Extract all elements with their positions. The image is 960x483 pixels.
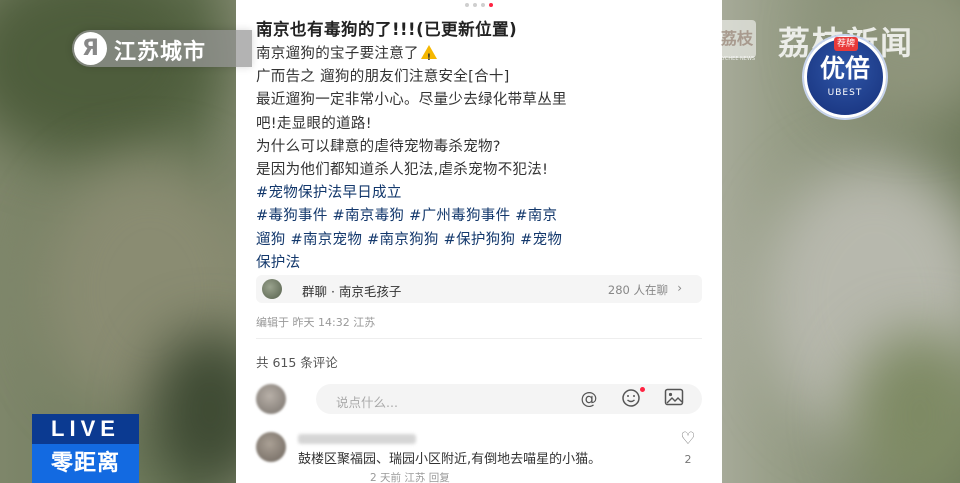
comment-meta: 2 天前 江苏 回复 [370, 472, 450, 483]
pager-dot-active[interactable] [489, 3, 493, 7]
sponsor-badge-tag: 荐牌 [834, 37, 859, 51]
warning-icon [420, 45, 437, 70]
sponsor-badge: 荐牌 优倍 UBEST [804, 36, 886, 118]
hashtag-link[interactable]: #毒狗事件 #南京毒狗 #广州毒狗事件 #南京 [256, 208, 557, 224]
hashtag-link[interactable]: 遛狗 #南京宠物 #南京狗狗 #保护狗狗 #宠物 [256, 232, 562, 248]
comment-count: 共 615 条评论 [256, 355, 338, 370]
post-line: 最近遛狗一定非常小心。尽量少去绿化带草丛里 [256, 92, 567, 109]
chevron-right-icon: › [677, 281, 682, 295]
pager-dot[interactable] [465, 3, 469, 7]
comment-input-placeholder: 说点什么... [336, 395, 398, 410]
group-chat-count: 280 人在聊 [607, 283, 668, 297]
comment-like-button[interactable]: ♡ 2 [676, 430, 700, 466]
comment-like-count: 2 [684, 453, 692, 466]
hashtag-link[interactable]: 保护法 [256, 255, 300, 271]
emoji-icon[interactable] [620, 388, 642, 410]
avatar[interactable] [256, 384, 286, 414]
hashtag-line: 保护法 [256, 252, 706, 275]
hashtag-link[interactable]: #宠物保护法早日成立 [256, 185, 402, 201]
notification-dot [640, 387, 645, 392]
post-line: 是因为他们都知道杀人犯法,虐杀宠物不犯法! [256, 162, 549, 179]
divider [256, 338, 702, 339]
post-line: 广而告之 遛狗的朋友们注意安全[合十] [256, 69, 510, 86]
image-pager-dots [236, 3, 722, 7]
pager-dot[interactable] [481, 3, 485, 7]
news-logo-mark-icon: 荔枝 [718, 20, 756, 58]
sponsor-badge-title: 优倍 [819, 54, 870, 83]
edit-info: 编辑于 昨天 14:32 江苏 [256, 316, 376, 329]
phone-screen: 南京也有毒狗的了!!!(已更新位置) 南京遛狗的宝子要注意了 广而告之 遛狗的朋… [236, 0, 722, 483]
post-line: 为什么可以肆意的虐待宠物毒杀宠物? [256, 138, 501, 155]
channel-logo-mark-icon: Я [74, 32, 107, 65]
live-badge: LIVE 零距离 [32, 414, 139, 483]
post-title: 南京也有毒狗的了!!!(已更新位置) [256, 20, 518, 39]
post-body: 南京遛狗的宝子要注意了 广而告之 遛狗的朋友们注意安全[合十] 最近遛狗一定非常… [256, 43, 706, 275]
post-line: 南京遛狗的宝子要注意了 [256, 43, 706, 70]
comment-text: 鼓楼区聚福园、瑞园小区附近,有倒地去喵星的小猫。 [298, 452, 602, 467]
post-line: 吧!走显眼的道路! [256, 115, 372, 132]
hashtag-line: #宠物保护法早日成立 [256, 182, 706, 205]
comment-avatar[interactable] [256, 432, 286, 462]
heart-icon: ♡ [680, 429, 696, 449]
group-chat-name: 群聊 · 南京毛孩子 [302, 284, 402, 299]
comment-input[interactable]: 说点什么... @ [316, 384, 702, 414]
pager-dot[interactable] [473, 3, 477, 7]
sponsor-badge-sub: UBEST [827, 88, 863, 98]
hashtag-line: 遛狗 #南京宠物 #南京狗狗 #保护狗狗 #宠物 [256, 229, 706, 252]
hashtag-line: #毒狗事件 #南京毒狗 #广州毒狗事件 #南京 [256, 205, 706, 228]
comment-username-blurred [298, 434, 416, 444]
live-label: LIVE [32, 414, 139, 444]
image-icon[interactable] [663, 388, 685, 410]
post-line-text: 南京遛狗的宝子要注意了 [256, 46, 419, 62]
news-logo-small-text: LYCHEE NEWS [720, 56, 756, 62]
group-chat-card[interactable]: 群聊 · 南京毛孩子 280 人在聊 › [256, 275, 702, 303]
at-icon[interactable]: @ [578, 388, 600, 410]
program-name: 零距离 [32, 444, 139, 483]
channel-logo-text: 江苏城市 [114, 40, 207, 65]
channel-logo: Я 江苏城市 [72, 30, 252, 67]
group-avatar [262, 279, 282, 299]
